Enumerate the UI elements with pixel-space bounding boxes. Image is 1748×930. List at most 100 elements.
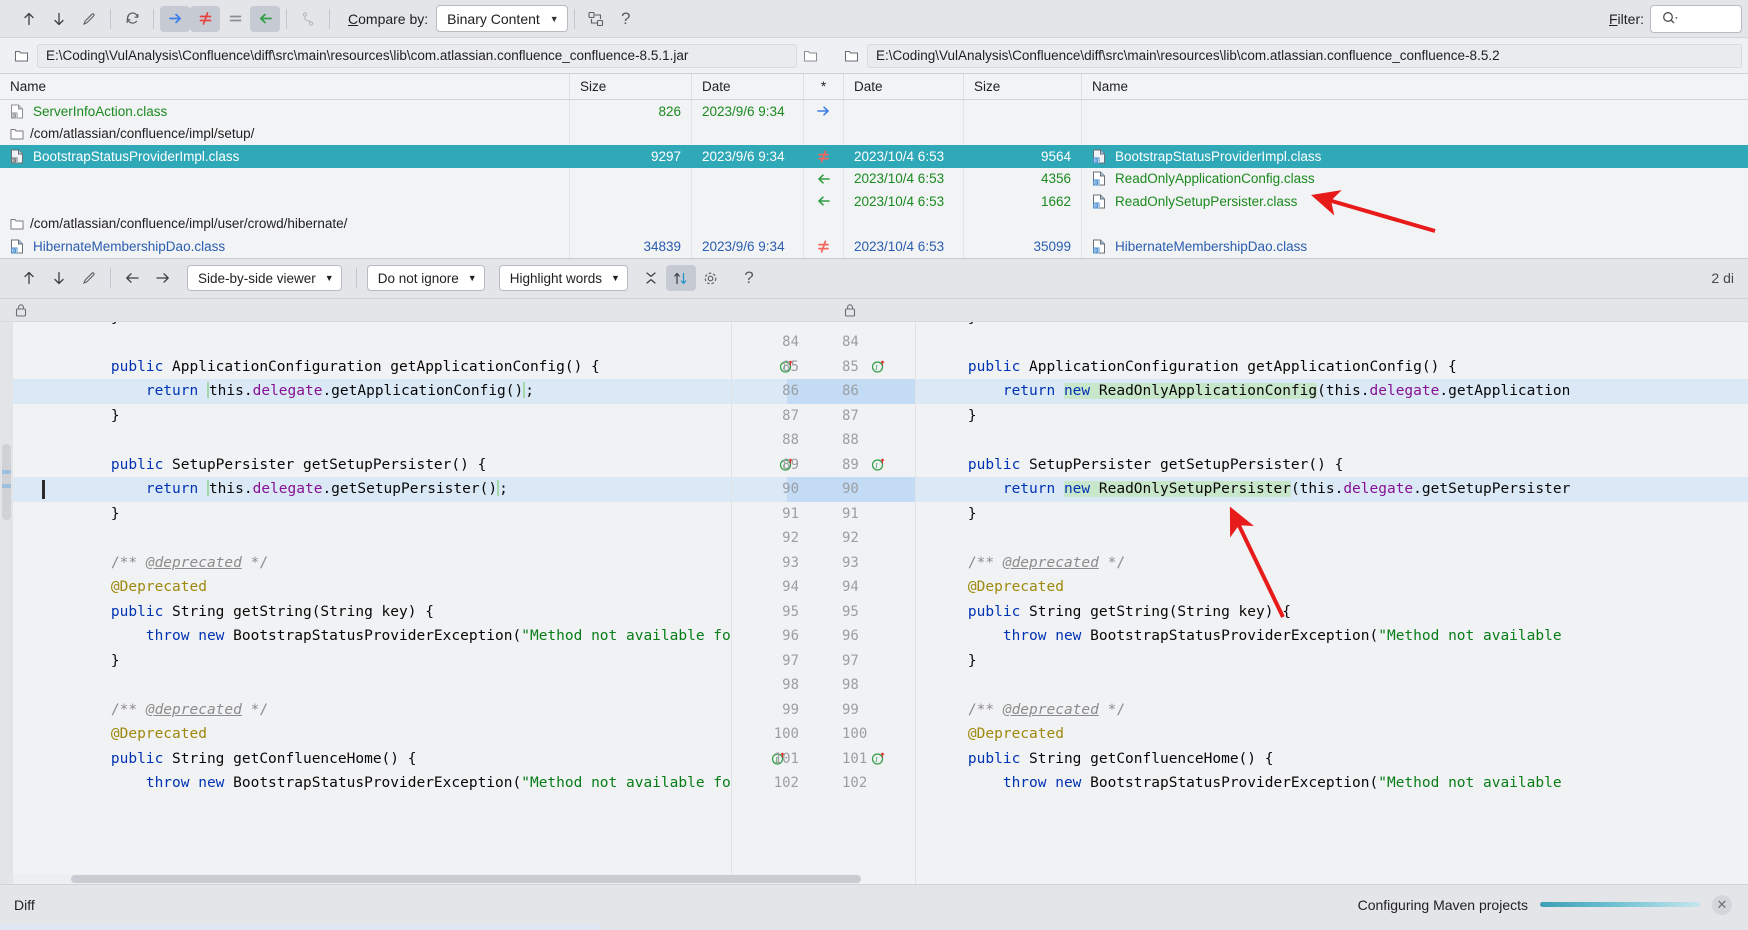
question-mark-icon: ? xyxy=(620,8,631,28)
refresh-icon xyxy=(124,10,141,27)
scrollbar-thumb[interactable] xyxy=(2,443,11,520)
next-diff-button[interactable] xyxy=(44,265,74,291)
next-difference-button[interactable] xyxy=(44,6,74,32)
table-row-directory[interactable]: /com/atlassian/confluence/impl/setup/ xyxy=(0,122,1748,145)
close-icon[interactable]: ✕ xyxy=(1712,894,1732,915)
line-number-right: 92 xyxy=(842,530,859,546)
highlight-mode-select[interactable]: Highlight words ▼ xyxy=(498,265,628,291)
file-comparison-table: Name Size Date * Date Size Name 01 Serve… xyxy=(0,74,1748,259)
diff-marker[interactable] xyxy=(2,483,11,488)
cell-date-right xyxy=(844,100,964,123)
scrollbar-thumb[interactable] xyxy=(71,875,861,883)
line-number-left: 87 xyxy=(782,407,799,424)
column-header-name-right[interactable]: Name xyxy=(1082,74,1748,99)
line-number-left: 102 xyxy=(773,775,799,791)
synchronize-scroll-button[interactable] xyxy=(665,265,696,291)
table-row[interactable]: 01 ServerInfoAction.class 826 2023/9/6 9… xyxy=(0,100,1748,123)
code-line: throw new BootstrapStatusProviderExcepti… xyxy=(933,628,1562,644)
edit-source-button[interactable] xyxy=(74,6,104,32)
edit-content-button[interactable] xyxy=(74,265,104,291)
table-row-selected[interactable]: 01 BootstrapStatusProviderImpl.class 929… xyxy=(0,145,1748,168)
override-icon[interactable]: I xyxy=(871,359,887,375)
arrow-left-green-icon xyxy=(816,172,831,186)
chevron-down-icon: ▼ xyxy=(324,273,334,283)
left-horizontal-scrollbar[interactable] xyxy=(13,874,861,884)
folder-icon xyxy=(14,48,29,63)
diff-help-button[interactable]: ? xyxy=(734,265,764,291)
lock-icon[interactable] xyxy=(14,303,28,318)
line-number-right: 97 xyxy=(842,652,859,669)
show-new-files-button[interactable] xyxy=(160,5,190,32)
cell-size-left xyxy=(570,167,692,190)
diff-marker[interactable] xyxy=(2,469,11,474)
column-header-size-left[interactable]: Size xyxy=(570,74,692,99)
code-line: public ApplicationConfiguration getAppli… xyxy=(76,358,600,375)
swap-sides-button[interactable] xyxy=(581,6,611,32)
column-header-date-right[interactable]: Date xyxy=(844,74,964,99)
show-equal-files-button[interactable] xyxy=(220,6,250,32)
code-line: public String getString(String key) { xyxy=(933,603,1291,620)
class-file-icon: 01 xyxy=(1092,171,1106,186)
table-row[interactable]: 2023/10/4 6:53 4356 01 ReadOnlyApplicati… xyxy=(0,167,1748,190)
browse-left-icon[interactable] xyxy=(803,48,818,63)
column-header-size-left-text: Size xyxy=(580,79,607,94)
cell-date-left: 2023/9/6 9:34 xyxy=(692,100,804,123)
left-diff-scrollbar[interactable] xyxy=(0,321,13,884)
apply-left-button[interactable] xyxy=(117,265,147,291)
cell-date-right: 2023/10/4 6:53 xyxy=(844,145,964,168)
show-different-files-button[interactable] xyxy=(190,5,220,32)
cell-name-right: 01 HibernateMembershipDao.class xyxy=(1082,235,1748,258)
diff-window: Compare by: Binary Content ▼ ? Filter: E… xyxy=(0,0,1748,930)
table-row[interactable]: 01 HibernateMembershipDao.class 34839 20… xyxy=(0,235,1748,258)
gutter-lines: 8383 8484 I 85 85 I 8686 8787 8888 I 89 … xyxy=(732,322,915,796)
column-header-date-left[interactable]: Date xyxy=(692,74,804,99)
file-name-text: BootstrapStatusProviderImpl.class xyxy=(33,148,240,164)
not-equals-red-icon xyxy=(197,10,214,27)
status-left-label: Diff xyxy=(14,896,35,913)
cell-date-left xyxy=(692,190,804,213)
line-number-right: 89 xyxy=(842,456,859,473)
right-path-input[interactable]: E:\Coding\VulAnalysis\Confluence\diff\sr… xyxy=(867,43,1742,68)
previous-difference-button[interactable] xyxy=(14,6,44,32)
viewer-mode-select[interactable]: Side-by-side viewer ▼ xyxy=(187,265,342,291)
column-header-name-left[interactable]: Name xyxy=(0,74,570,99)
cell-size-left xyxy=(570,212,692,235)
ignore-mode-select[interactable]: Do not ignore ▼ xyxy=(366,265,485,291)
lock-icon[interactable] xyxy=(843,303,857,318)
code-line-changed: return new ReadOnlySetupPersister(this.d… xyxy=(916,477,1748,502)
table-row[interactable]: 2023/10/4 6:53 1662 01 ReadOnlySetupPers… xyxy=(0,190,1748,213)
help-button[interactable]: ? xyxy=(611,6,641,32)
filter-input[interactable] xyxy=(1650,4,1742,33)
diff-settings-button[interactable] xyxy=(696,265,726,291)
refresh-button[interactable] xyxy=(117,6,147,32)
line-number-left: 92 xyxy=(782,530,799,546)
group-by-directory-button[interactable] xyxy=(293,6,323,32)
editor-lock-bar xyxy=(0,298,1748,322)
show-deleted-files-button[interactable] xyxy=(250,5,280,32)
line-number-left: 97 xyxy=(782,652,799,669)
arrow-up-icon xyxy=(21,270,37,286)
override-icon[interactable]: I xyxy=(871,457,887,473)
table-row-directory[interactable]: /com/atlassian/confluence/impl/user/crow… xyxy=(0,212,1748,235)
file-name-text: ReadOnlySetupPersister.class xyxy=(1115,193,1298,209)
previous-diff-button[interactable] xyxy=(14,265,44,291)
right-code-lines: } public ApplicationConfiguration getApp… xyxy=(916,322,1748,796)
collapse-unchanged-button[interactable] xyxy=(636,265,666,291)
line-number-left: 88 xyxy=(782,432,799,448)
left-code-pane[interactable]: } public ApplicationConfiguration getApp… xyxy=(13,321,731,884)
compare-by-select[interactable]: Binary Content ▼ xyxy=(436,5,568,32)
collapse-unchanged-icon xyxy=(643,270,659,286)
line-number-right: 90 xyxy=(842,481,859,497)
left-path-input[interactable]: E:\Coding\VulAnalysis\Confluence\diff\sr… xyxy=(37,43,797,68)
override-icon[interactable]: I xyxy=(871,751,887,767)
right-code-pane[interactable]: } public ApplicationConfiguration getApp… xyxy=(916,321,1748,884)
apply-right-button[interactable] xyxy=(147,265,177,291)
column-header-size-right[interactable]: Size xyxy=(964,74,1082,99)
cell-size-left: 826 xyxy=(570,100,692,123)
column-header-status[interactable]: * xyxy=(804,74,844,99)
highlight-mode-value: Highlight words xyxy=(509,270,602,286)
code-line: public SetupPersister getSetupPersister(… xyxy=(933,456,1344,473)
line-number-right: 85 xyxy=(842,358,859,375)
